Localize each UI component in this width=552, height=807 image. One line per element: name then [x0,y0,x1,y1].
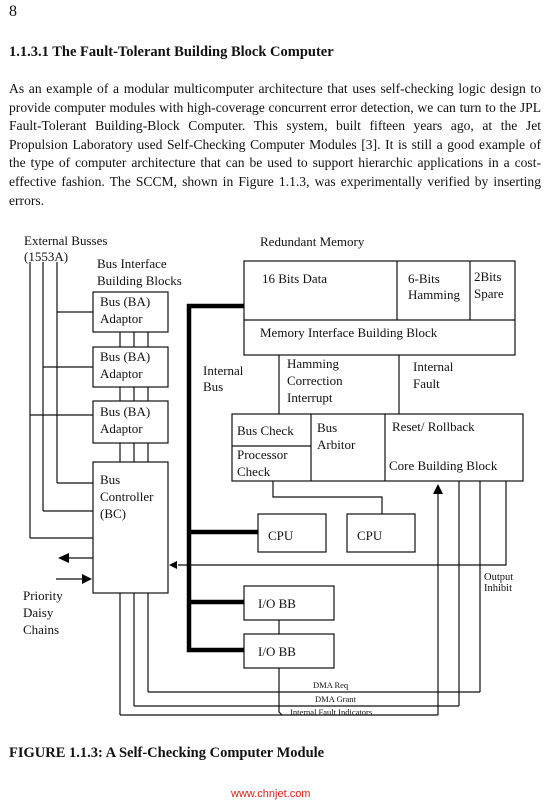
external-busses-sublabel: (1553A) [24,249,68,264]
fault-indicators-label: Internal Fault Indicators [290,707,372,717]
external-busses-label: External Busses [24,233,107,248]
internal-fault-label-1: Internal [413,359,454,374]
priority-in-arrow-icon [82,574,92,584]
cpu-2-label: CPU [357,528,383,543]
internal-fault-label-2: Fault [413,376,440,391]
memory-hamming-label-1: 6-Bits [408,271,440,286]
adaptor-3-sublabel: Adaptor [100,421,143,436]
hamming-interrupt-label-1: Hamming [287,356,339,371]
memory-hamming-label-2: Hamming [408,287,460,302]
output-inhibit-label-1: Output [484,572,513,583]
watermark: www.chnjet.com [231,788,311,800]
figure-diagram: External Busses (1553A) Bus Interface Bu… [23,233,524,717]
processor-check-label-2: Check [237,464,271,479]
memory-spare-label-1: 2Bits [474,269,501,284]
fault-up-arrow-icon [433,484,443,494]
memory-spare-label-2: Spare [474,286,504,301]
bus-controller-label-3: (BC) [100,506,126,521]
io-2-label: I/O BB [258,644,296,659]
bus-interface-label: Bus Interface [97,256,167,271]
bus-controller-label-1: Bus [100,472,120,487]
priority-out-arrow-icon [58,553,69,563]
adaptor-3-label: Bus (BA) [100,404,150,419]
priority-label-1: Priority [23,588,63,603]
bus-check-label: Bus Check [237,423,294,438]
dma-req-label: DMA Req [313,680,349,690]
priority-label-2: Daisy [23,605,54,620]
output-inhibit-label-2: Inhibit [484,583,512,594]
bus-interface-sublabel: Building Blocks [97,273,182,288]
section-heading: 1.1.3.1 The Fault-Tolerant Building Bloc… [9,44,334,60]
priority-label-3: Chains [23,622,59,637]
adaptor-links [119,332,149,715]
cpu-1-label: CPU [268,528,294,543]
reset-rollback-label: Reset/ Rollback [392,419,475,434]
bus-arbitor-label-2: Arbitor [317,437,356,452]
page-number: 8 [9,3,17,20]
adaptor-1-label: Bus (BA) [100,294,150,309]
output-inhibit-line [178,481,507,566]
hamming-interrupt-label-3: Interrupt [287,390,333,405]
figure-caption: FIGURE 1.1.3: A Self-Checking Computer M… [9,745,325,761]
dma-grant-label: DMA Grant [315,694,356,704]
memory-interface-label: Memory Interface Building Block [260,325,438,340]
adaptor-2-sublabel: Adaptor [100,366,143,381]
body-paragraph: As an example of a modular multicomputer… [9,81,541,208]
internal-bus-label-2: Bus [203,379,223,394]
check-link [272,481,383,514]
io-1-label: I/O BB [258,596,296,611]
memory-data-label: 16 Bits Data [262,271,327,286]
output-inhibit-arrow-icon [169,561,177,569]
adaptor-2-label: Bus (BA) [100,349,150,364]
bus-arbitor-label-1: Bus [317,420,337,435]
bus-controller-label-2: Controller [100,489,154,504]
hamming-interrupt-label-2: Correction [287,373,343,388]
processor-check-label-1: Processor [237,447,288,462]
redundant-memory-title: Redundant Memory [260,234,365,249]
adaptor-1-sublabel: Adaptor [100,311,143,326]
core-block-label: Core Building Block [389,458,498,473]
internal-bus-label-1: Internal [203,363,244,378]
